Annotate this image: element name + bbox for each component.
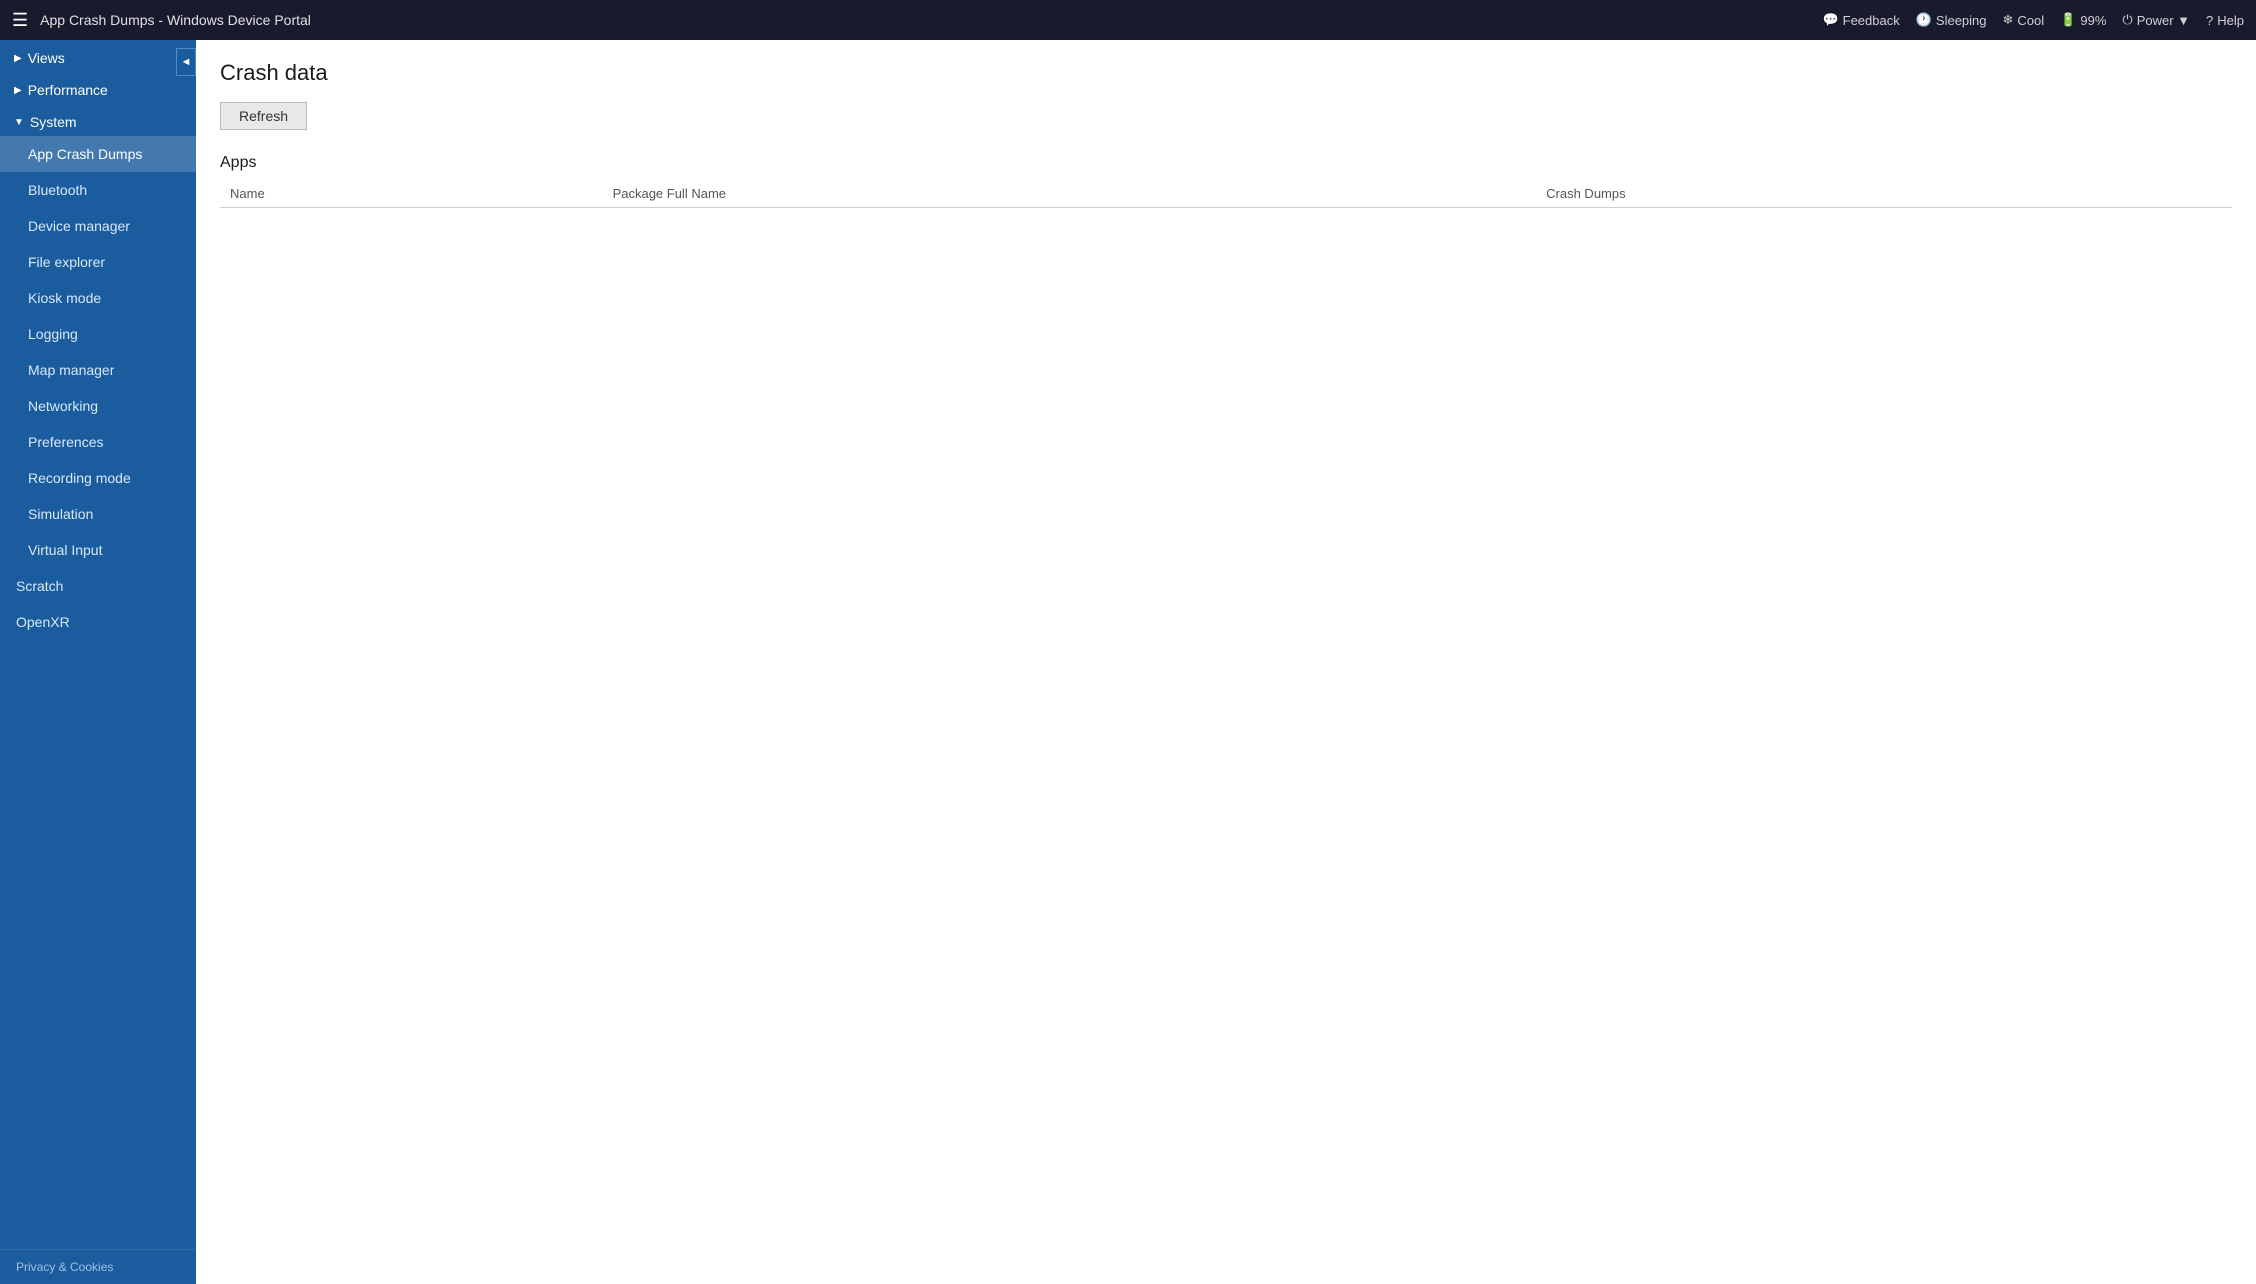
- power-action[interactable]: ⏻ Power ▼: [2122, 12, 2190, 28]
- sidebar-item-map-manager[interactable]: Map manager: [0, 352, 196, 388]
- sidebar-item-recording-mode[interactable]: Recording mode: [0, 460, 196, 496]
- sidebar-section-performance[interactable]: ▶ Performance: [0, 72, 196, 104]
- sidebar-section-system[interactable]: ▼ System: [0, 104, 196, 136]
- battery-icon: 🔋: [2060, 12, 2076, 28]
- cool-action[interactable]: ❄ Cool: [2003, 12, 2045, 28]
- app-title: App Crash Dumps - Windows Device Portal: [40, 12, 1822, 28]
- sleeping-icon: 🕐: [1916, 12, 1932, 28]
- cool-label: Cool: [2017, 13, 2044, 28]
- sidebar-collapse-button[interactable]: ◄: [176, 48, 196, 76]
- column-header-name: Name: [220, 180, 603, 208]
- sidebar-item-virtual-input[interactable]: Virtual Input: [0, 532, 196, 568]
- main-content: Crash data Refresh Apps Name Package Ful…: [196, 40, 2256, 1284]
- table-header-row: Name Package Full Name Crash Dumps: [220, 180, 2232, 208]
- page-title: Crash data: [220, 60, 2232, 86]
- sidebar-item-bluetooth[interactable]: Bluetooth: [0, 172, 196, 208]
- help-label: Help: [2217, 13, 2244, 28]
- feedback-action[interactable]: 💬 Feedback: [1822, 12, 1899, 28]
- topbar: ☰ App Crash Dumps - Windows Device Porta…: [0, 0, 2256, 40]
- apps-section-title: Apps: [220, 154, 2232, 172]
- battery-label: 99%: [2080, 13, 2106, 28]
- sidebar-item-simulation[interactable]: Simulation: [0, 496, 196, 532]
- battery-action[interactable]: 🔋 99%: [2060, 12, 2106, 28]
- help-icon: ?: [2206, 13, 2213, 28]
- column-header-package-full-name: Package Full Name: [603, 180, 1537, 208]
- menu-icon[interactable]: ☰: [12, 10, 28, 31]
- sidebar-item-app-crash-dumps[interactable]: App Crash Dumps: [0, 136, 196, 172]
- sidebar-item-networking[interactable]: Networking: [0, 388, 196, 424]
- main-layout: ◄ ▶ Views ▶ Performance ▼ System App Cra…: [0, 40, 2256, 1284]
- views-label: Views: [28, 50, 65, 66]
- power-label: Power ▼: [2137, 13, 2190, 28]
- sleeping-label: Sleeping: [1936, 13, 1987, 28]
- refresh-button[interactable]: Refresh: [220, 102, 307, 130]
- cool-icon: ❄: [2003, 12, 2014, 28]
- sleeping-action[interactable]: 🕐 Sleeping: [1916, 12, 1987, 28]
- column-header-crash-dumps: Crash Dumps: [1536, 180, 2232, 208]
- crash-data-table: Name Package Full Name Crash Dumps: [220, 180, 2232, 208]
- top-actions: 💬 Feedback 🕐 Sleeping ❄ Cool 🔋 99% ⏻ Pow…: [1822, 12, 2244, 28]
- sidebar-item-kiosk-mode[interactable]: Kiosk mode: [0, 280, 196, 316]
- system-label: System: [30, 114, 77, 130]
- sidebar-item-logging[interactable]: Logging: [0, 316, 196, 352]
- feedback-icon: 💬: [1822, 12, 1838, 28]
- sidebar-item-openxr[interactable]: OpenXR: [0, 604, 196, 640]
- sidebar-item-file-explorer[interactable]: File explorer: [0, 244, 196, 280]
- content-inner: Crash data Refresh Apps Name Package Ful…: [196, 40, 2256, 1284]
- sidebar: ◄ ▶ Views ▶ Performance ▼ System App Cra…: [0, 40, 196, 1284]
- privacy-cookies-link[interactable]: Privacy & Cookies: [0, 1249, 196, 1284]
- performance-label: Performance: [28, 82, 108, 98]
- power-icon: ⏻: [2122, 12, 2132, 28]
- sidebar-section-views[interactable]: ▶ Views: [0, 40, 196, 72]
- feedback-label: Feedback: [1843, 13, 1900, 28]
- sidebar-item-device-manager[interactable]: Device manager: [0, 208, 196, 244]
- system-arrow: ▼: [14, 117, 24, 128]
- views-arrow: ▶: [14, 53, 22, 64]
- sidebar-item-scratch[interactable]: Scratch: [0, 568, 196, 604]
- performance-arrow: ▶: [14, 85, 22, 96]
- sidebar-item-preferences[interactable]: Preferences: [0, 424, 196, 460]
- help-action[interactable]: ? Help: [2206, 13, 2244, 28]
